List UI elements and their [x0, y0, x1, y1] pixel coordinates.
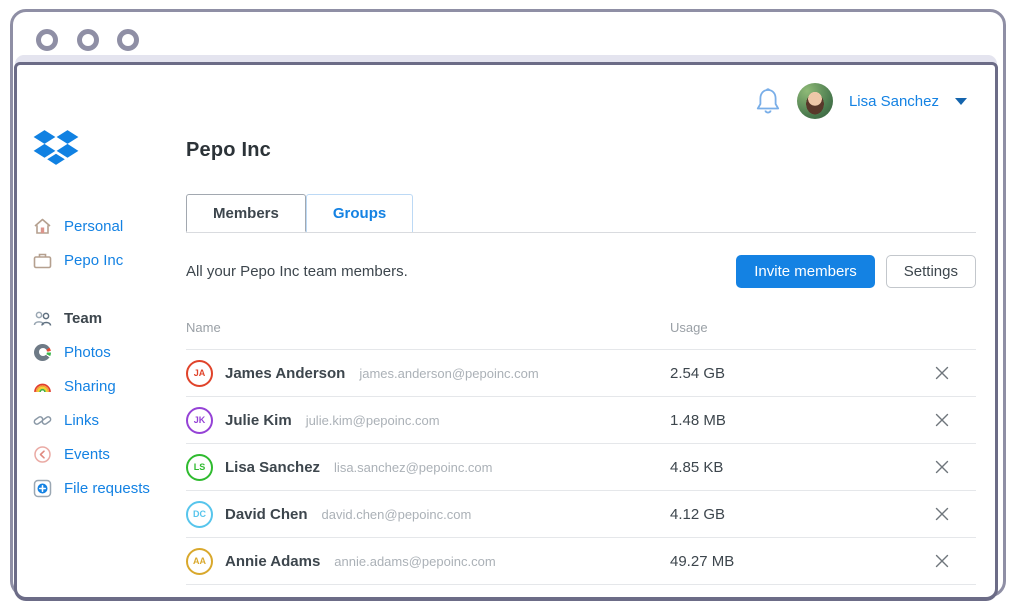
column-header-name: Name — [186, 320, 670, 335]
member-initials-avatar: JA — [186, 360, 213, 387]
member-usage: 1.48 MB — [670, 412, 726, 429]
sidebar-label: Photos — [64, 344, 111, 361]
remove-member-button[interactable] — [934, 412, 950, 428]
dropbox-logo-icon[interactable] — [33, 129, 79, 171]
file-request-icon — [33, 479, 52, 498]
member-email: lisa.sanchez@pepoinc.com — [334, 460, 492, 475]
sidebar-item-file-requests[interactable]: File requests — [33, 471, 183, 505]
link-icon — [33, 411, 52, 430]
member-name: Julie Kim — [225, 412, 292, 429]
sidebar-label: File requests — [64, 480, 150, 497]
table-row: AA Annie Adams annie.adams@pepoinc.com 4… — [186, 538, 976, 585]
member-email: julie.kim@pepoinc.com — [306, 413, 440, 428]
sidebar-label: Pepo Inc — [64, 252, 123, 269]
sidebar-item-links[interactable]: Links — [33, 403, 183, 437]
member-name: David Chen — [225, 506, 308, 523]
screenshot-stage: Lisa Sanchez — [0, 0, 1017, 611]
sidebar-label: Personal — [64, 218, 123, 235]
settings-button[interactable]: Settings — [886, 255, 976, 288]
member-usage: 4.85 KB — [670, 459, 723, 476]
member-email: james.anderson@pepoinc.com — [359, 366, 538, 381]
member-usage: 4.12 GB — [670, 506, 725, 523]
member-usage: 2.54 GB — [670, 365, 725, 382]
member-name: Annie Adams — [225, 553, 320, 570]
remove-member-button[interactable] — [934, 459, 950, 475]
topbar: Lisa Sanchez — [755, 83, 967, 119]
member-name-cell: AA Annie Adams annie.adams@pepoinc.com — [186, 548, 670, 575]
member-name-cell: JK Julie Kim julie.kim@pepoinc.com — [186, 407, 670, 434]
table-row: JA James Anderson james.anderson@pepoinc… — [186, 350, 976, 397]
table-row: DC David Chen david.chen@pepoinc.com 4.1… — [186, 491, 976, 538]
member-initials-avatar: JK — [186, 407, 213, 434]
member-initials-avatar: LS — [186, 454, 213, 481]
home-icon — [33, 217, 52, 236]
remove-member-button[interactable] — [934, 553, 950, 569]
team-icon — [33, 309, 52, 328]
photos-icon — [33, 343, 52, 362]
sidebar-item-team[interactable]: Team — [33, 301, 183, 335]
sidebar-item-personal[interactable]: Personal — [33, 209, 183, 243]
sidebar-label: Sharing — [64, 378, 116, 395]
member-usage: 49.27 MB — [670, 553, 734, 570]
app-page: Lisa Sanchez — [14, 62, 998, 601]
sidebar: Personal Pepo Inc — [33, 209, 183, 505]
member-name-cell: DC David Chen david.chen@pepoinc.com — [186, 501, 670, 528]
sidebar-item-pepo-inc[interactable]: Pepo Inc — [33, 243, 183, 277]
member-name-cell: LS Lisa Sanchez lisa.sanchez@pepoinc.com — [186, 454, 670, 481]
table-row: LS Lisa Sanchez lisa.sanchez@pepoinc.com… — [186, 444, 976, 491]
member-initials-avatar: AA — [186, 548, 213, 575]
member-email: david.chen@pepoinc.com — [322, 507, 472, 522]
sidebar-item-sharing[interactable]: Sharing — [33, 369, 183, 403]
sidebar-item-events[interactable]: Events — [33, 437, 183, 471]
column-header-usage: Usage — [670, 320, 708, 335]
member-email: annie.adams@pepoinc.com — [334, 554, 495, 569]
rainbow-icon — [33, 377, 52, 396]
user-avatar[interactable] — [797, 83, 833, 119]
notifications-bell-icon[interactable] — [755, 87, 781, 115]
user-name[interactable]: Lisa Sanchez — [849, 93, 939, 110]
sidebar-item-photos[interactable]: Photos — [33, 335, 183, 369]
tab-bar: Members Groups — [186, 194, 976, 233]
chevron-down-icon[interactable] — [955, 98, 967, 105]
page-title: Pepo Inc — [186, 139, 976, 162]
member-name: James Anderson — [225, 365, 345, 382]
sidebar-label: Team — [64, 310, 102, 327]
window-control-dot-3[interactable] — [117, 29, 139, 51]
tab-groups[interactable]: Groups — [306, 194, 413, 232]
window-control-dot-1[interactable] — [36, 29, 58, 51]
panel-header: All your Pepo Inc team members. Invite m… — [186, 255, 976, 288]
member-name-cell: JA James Anderson james.anderson@pepoinc… — [186, 360, 670, 387]
member-name: Lisa Sanchez — [225, 459, 320, 476]
member-initials-avatar: DC — [186, 501, 213, 528]
window-control-dot-2[interactable] — [77, 29, 99, 51]
briefcase-icon — [33, 251, 52, 270]
remove-member-button[interactable] — [934, 365, 950, 381]
invite-members-button[interactable]: Invite members — [736, 255, 875, 288]
remove-member-button[interactable] — [934, 506, 950, 522]
table-header: Name Usage — [186, 320, 976, 350]
sidebar-label: Events — [64, 446, 110, 463]
tab-members[interactable]: Members — [186, 194, 306, 232]
sidebar-label: Links — [64, 412, 99, 429]
table-row: JK Julie Kim julie.kim@pepoinc.com 1.48 … — [186, 397, 976, 444]
table-body: JA James Anderson james.anderson@pepoinc… — [186, 350, 976, 585]
panel-description: All your Pepo Inc team members. — [186, 263, 408, 280]
main-content: Pepo Inc Members Groups All your Pepo In… — [186, 129, 976, 585]
events-icon — [33, 445, 52, 464]
members-table: Name Usage JA James Anderson james.ander… — [186, 320, 976, 585]
